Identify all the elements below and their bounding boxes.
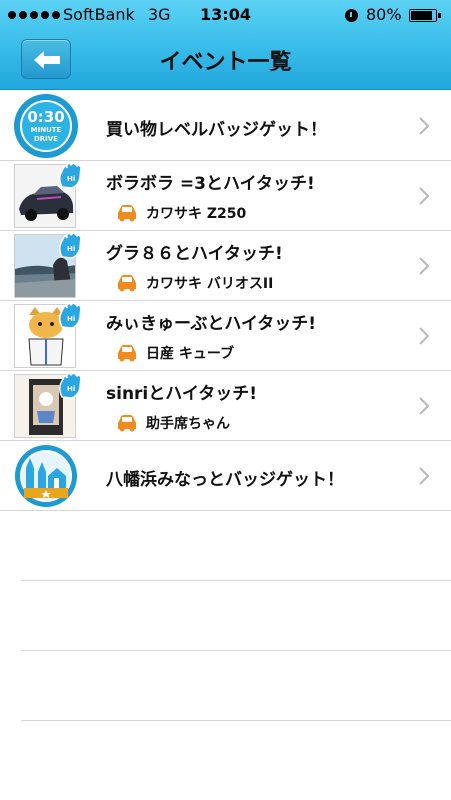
minute-drive-badge: 0:30 MINUTE DRIVE — [14, 94, 78, 158]
car-icon — [118, 205, 136, 222]
event-list-screen: SoftBank 3G 13:04 80% イベント一覧 0:30 MINUTE… — [0, 0, 451, 800]
chevron-right-icon — [419, 467, 429, 485]
car-info: 日産 キューブ — [116, 343, 234, 363]
status-bar: SoftBank 3G 13:04 80% — [0, 0, 451, 30]
high-five-hand-icon: Hi — [58, 232, 82, 259]
event-title: 買い物レベルバッジゲット！ — [106, 120, 327, 140]
user-photo: Hi — [14, 372, 82, 438]
event-title: ボラボラ =3とハイタッチ! — [106, 174, 315, 194]
page-title: イベント一覧 — [159, 50, 292, 75]
empty-list-area — [0, 511, 451, 721]
battery-icon — [409, 9, 441, 22]
svg-text:Hi: Hi — [67, 175, 75, 183]
city-badge — [14, 444, 78, 508]
chevron-right-icon — [419, 187, 429, 205]
event-row-city-badge[interactable]: 八幡浜みなっとバッジゲット！ — [0, 441, 451, 511]
battery-percent: 80% — [366, 5, 402, 24]
user-photo: Hi — [14, 302, 82, 368]
car-model: 日産 キューブ — [146, 346, 235, 362]
car-icon — [118, 275, 136, 292]
chevron-right-icon — [419, 327, 429, 345]
empty-row — [21, 511, 451, 581]
event-title: グラ８６とハイタッチ! — [106, 244, 283, 264]
car-model: カワサキ Z250 — [146, 206, 247, 222]
high-five-hand-icon: Hi — [58, 302, 82, 329]
badge-line3: DRIVE — [33, 135, 58, 143]
user-photo: Hi — [14, 162, 82, 228]
car-icon — [118, 415, 136, 432]
event-title: みぃきゅーぶとハイタッチ! — [106, 314, 317, 334]
event-title: 八幡浜みなっとバッジゲット！ — [106, 470, 344, 490]
yawatahama-badge-icon — [15, 445, 77, 507]
car-info: 助手席ちゃん — [116, 413, 230, 433]
event-title: sinriとハイタッチ! — [106, 384, 257, 404]
event-row-shopping-badge[interactable]: 0:30 MINUTE DRIVE 買い物レベルバッジゲット！ — [0, 91, 451, 161]
badge-time: 0:30 — [27, 108, 65, 126]
car-model: カワサキ バリオスII — [146, 276, 274, 292]
header-bar: SoftBank 3G 13:04 80% イベント一覧 — [0, 0, 451, 90]
high-five-hand-icon: Hi — [58, 162, 82, 189]
high-five-hand-icon: Hi — [58, 372, 82, 399]
car-icon — [118, 345, 136, 362]
svg-text:Hi: Hi — [67, 385, 75, 393]
event-row-high-touch[interactable]: Hi みぃきゅーぶとハイタッチ! 日産 キューブ — [0, 301, 451, 371]
event-row-high-touch[interactable]: Hi ボラボラ =3とハイタッチ! カワサキ Z250 — [0, 161, 451, 231]
svg-text:Hi: Hi — [67, 315, 75, 323]
badge-line2: MINUTE — [30, 126, 62, 134]
user-photo: Hi — [14, 232, 82, 298]
event-row-high-touch[interactable]: Hi sinriとハイタッチ! 助手席ちゃん — [0, 371, 451, 441]
chevron-right-icon — [419, 117, 429, 135]
event-list: 0:30 MINUTE DRIVE 買い物レベルバッジゲット！ Hi ボラボラ … — [0, 91, 451, 511]
svg-text:Hi: Hi — [67, 245, 75, 253]
event-row-high-touch[interactable]: Hi グラ８６とハイタッチ! カワサキ バリオスII — [0, 231, 451, 301]
car-info: カワサキ Z250 — [116, 203, 246, 223]
alarm-icon — [345, 9, 358, 22]
car-info: カワサキ バリオスII — [116, 273, 273, 293]
empty-row — [21, 651, 451, 721]
empty-row — [21, 581, 451, 651]
car-model: 助手席ちゃん — [146, 416, 230, 432]
chevron-right-icon — [419, 397, 429, 415]
chevron-right-icon — [419, 257, 429, 275]
